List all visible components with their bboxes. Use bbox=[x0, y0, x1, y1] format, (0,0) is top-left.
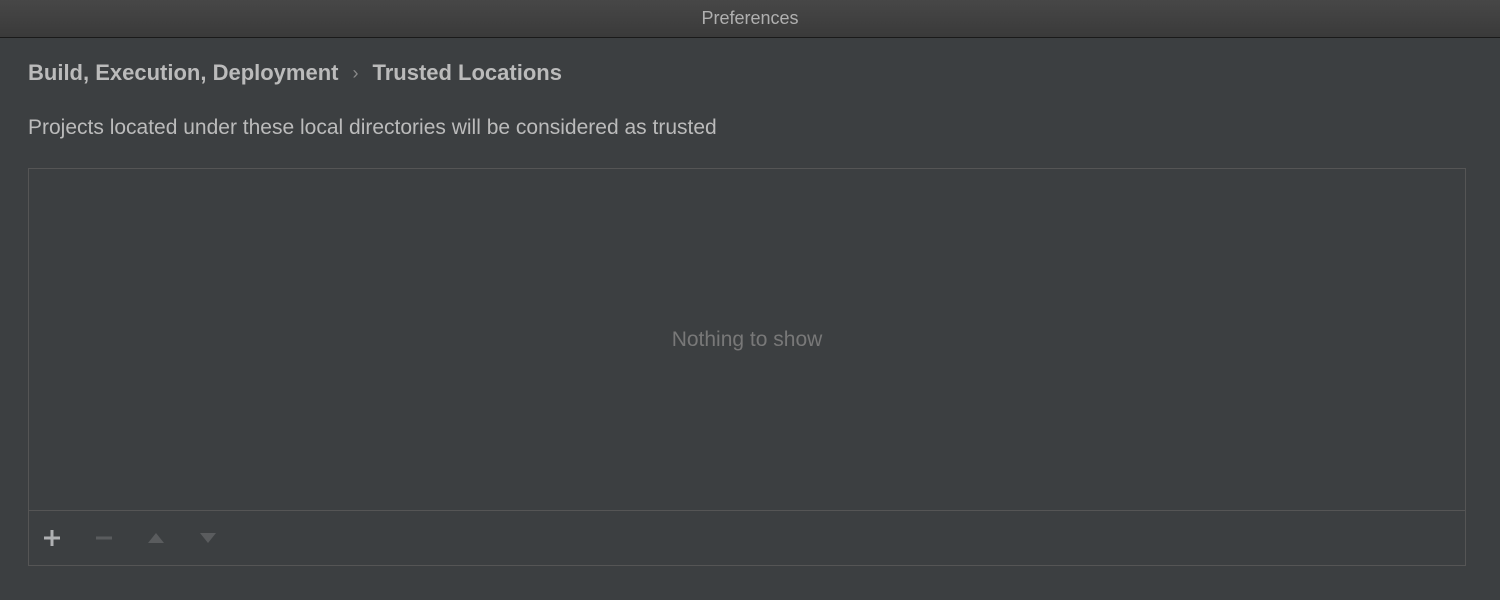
move-down-button[interactable] bbox=[197, 527, 219, 549]
empty-list-text: Nothing to show bbox=[672, 328, 823, 352]
list-body[interactable]: Nothing to show bbox=[29, 169, 1465, 511]
add-button[interactable] bbox=[41, 527, 63, 549]
remove-button[interactable] bbox=[93, 527, 115, 549]
plus-icon bbox=[43, 529, 61, 547]
breadcrumb-parent[interactable]: Build, Execution, Deployment bbox=[28, 60, 338, 86]
triangle-up-icon bbox=[147, 532, 165, 544]
move-up-button[interactable] bbox=[145, 527, 167, 549]
window-title: Preferences bbox=[701, 8, 798, 29]
list-toolbar bbox=[29, 511, 1465, 565]
minus-icon bbox=[95, 529, 113, 547]
breadcrumb-current: Trusted Locations bbox=[372, 60, 561, 86]
triangle-down-icon bbox=[199, 532, 217, 544]
breadcrumb: Build, Execution, Deployment › Trusted L… bbox=[28, 60, 1472, 86]
chevron-right-icon: › bbox=[352, 63, 358, 84]
page-description: Projects located under these local direc… bbox=[28, 116, 1472, 140]
preferences-content: Build, Execution, Deployment › Trusted L… bbox=[0, 38, 1500, 588]
trusted-locations-list: Nothing to show bbox=[28, 168, 1466, 566]
window-titlebar: Preferences bbox=[0, 0, 1500, 38]
